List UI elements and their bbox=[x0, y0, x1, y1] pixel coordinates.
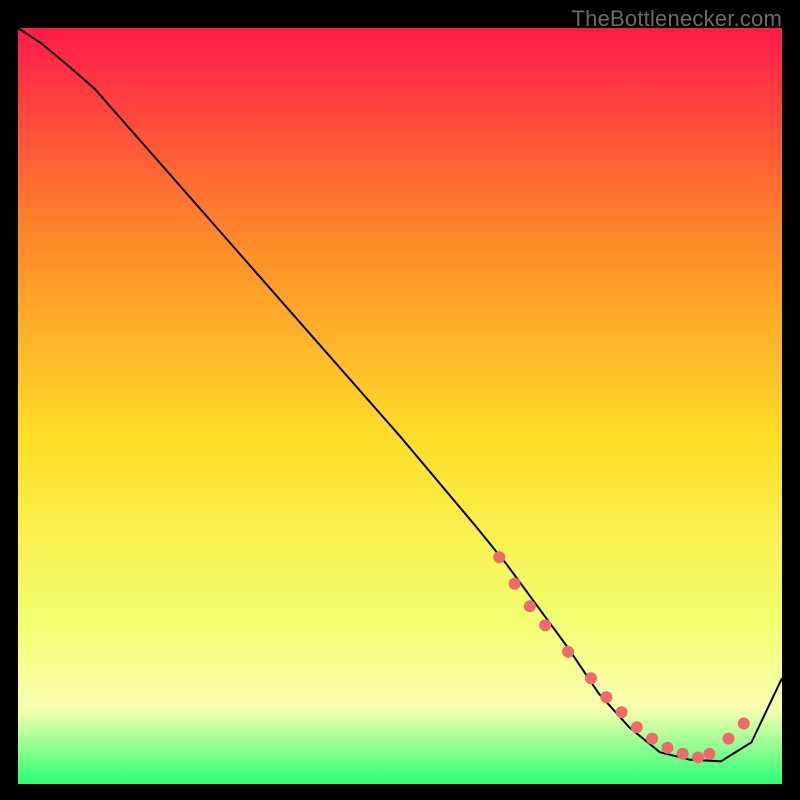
marker-dot bbox=[524, 600, 536, 612]
marker-dot bbox=[616, 706, 628, 718]
marker-dot bbox=[539, 619, 551, 631]
marker-dot bbox=[600, 691, 612, 703]
marker-dot bbox=[585, 672, 597, 684]
chart-plot-area bbox=[18, 28, 782, 784]
chart-svg bbox=[18, 28, 782, 784]
marker-dot bbox=[692, 752, 704, 764]
marker-dot bbox=[703, 748, 715, 760]
gradient-background bbox=[18, 28, 782, 784]
marker-dot bbox=[562, 646, 574, 658]
marker-dot bbox=[723, 733, 735, 745]
marker-dot bbox=[738, 718, 750, 730]
marker-dot bbox=[677, 748, 689, 760]
marker-dot bbox=[661, 742, 673, 754]
watermark-text: TheBottlenecker.com bbox=[572, 6, 782, 32]
marker-dot bbox=[646, 733, 658, 745]
marker-dot bbox=[509, 578, 521, 590]
marker-dot bbox=[631, 721, 643, 733]
marker-dot bbox=[493, 551, 505, 563]
